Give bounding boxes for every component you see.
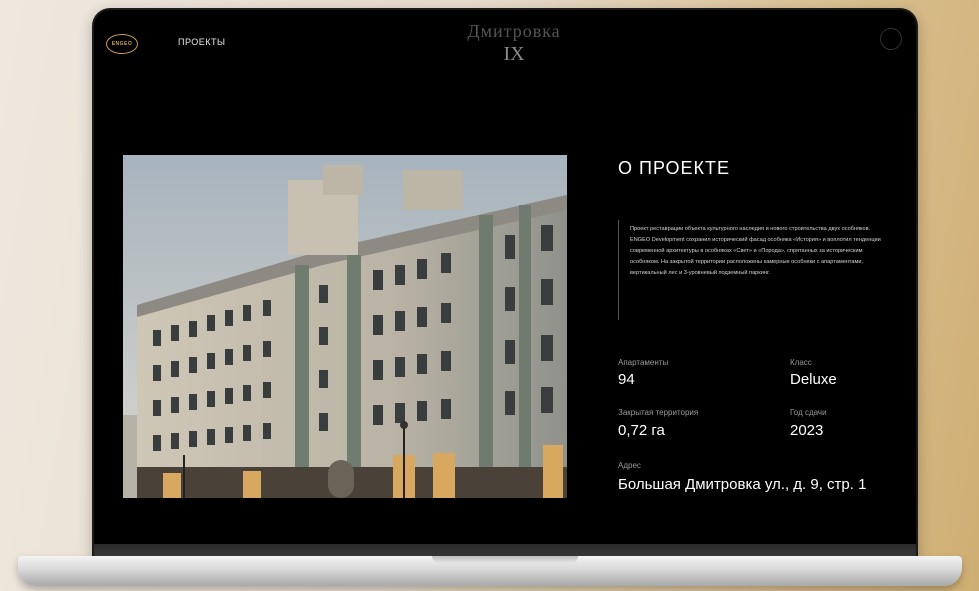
address-label: Адрес bbox=[618, 461, 641, 470]
address-value: Большая Дмитровка ул., д. 9, стр. 1 bbox=[618, 476, 867, 493]
year-value: 2023 bbox=[790, 422, 824, 439]
building-photo bbox=[123, 155, 567, 498]
year-label: Год сдачи bbox=[790, 408, 827, 417]
project-brand: Дмитровка IX bbox=[434, 22, 594, 64]
apartments-label: Апартаменты bbox=[618, 358, 669, 367]
brand-name: Дмитровка bbox=[467, 21, 561, 41]
project-description: Проект реставрации объекта культурного н… bbox=[630, 226, 881, 276]
territory-label: Закрытая территория bbox=[618, 408, 699, 417]
about-title: О ПРОЕКТЕ bbox=[618, 158, 731, 178]
apartments-value: 94 bbox=[618, 371, 635, 388]
brand-logo[interactable]: ENGEO bbox=[106, 34, 138, 54]
menu-icon[interactable] bbox=[880, 28, 902, 50]
nav-projects-link[interactable]: ПРОЕКТЫ bbox=[178, 37, 226, 47]
laptop-screen: ENGEO ПРОЕКТЫ Дмитровка IX О ПРОЕКТЕ Про… bbox=[94, 10, 916, 544]
territory-value: 0,72 га bbox=[618, 422, 665, 439]
class-value: Deluxe bbox=[790, 371, 837, 388]
description-divider bbox=[618, 220, 619, 320]
laptop-notch bbox=[432, 556, 578, 563]
logo-text: ENGEO bbox=[111, 41, 133, 47]
class-label: Класс bbox=[790, 358, 812, 367]
brand-numeral: IX bbox=[503, 43, 525, 65]
